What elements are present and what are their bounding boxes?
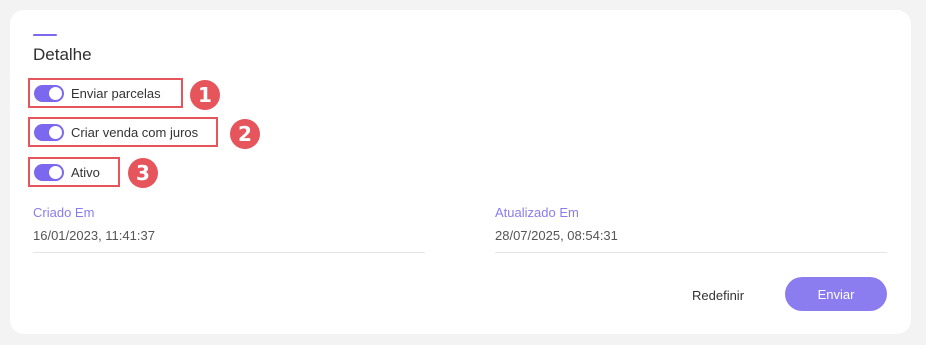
submit-button[interactable]: Enviar <box>785 277 887 311</box>
toggle-label: Ativo <box>71 164 100 180</box>
toggle-row-enviar-parcelas: Enviar parcelas <box>28 78 183 108</box>
toggle-label: Enviar parcelas <box>71 85 161 101</box>
enviar-parcelas-toggle[interactable] <box>34 84 64 102</box>
toggle-knob <box>49 165 62 179</box>
field-underline <box>495 252 887 253</box>
toggle-row-ativo: Ativo <box>28 157 120 187</box>
toggle-knob <box>49 86 62 100</box>
field-underline <box>33 252 425 253</box>
annotation-badge-2: 2 <box>230 119 260 149</box>
updated-field: Atualizado Em 28/07/2025, 08:54:31 <box>495 205 887 253</box>
updated-label: Atualizado Em <box>495 205 579 220</box>
toggle-knob <box>49 125 62 139</box>
ativo-toggle[interactable] <box>34 163 64 181</box>
criar-venda-com-juros-toggle[interactable] <box>34 123 64 141</box>
reset-button[interactable]: Redefinir <box>692 288 744 303</box>
updated-value: 28/07/2025, 08:54:31 <box>495 228 618 243</box>
section-title: Detalhe <box>33 45 92 64</box>
created-value: 16/01/2023, 11:41:37 <box>33 228 155 243</box>
annotation-badge-1: 1 <box>190 80 220 110</box>
created-field: Criado Em 16/01/2023, 11:41:37 <box>33 205 425 253</box>
detail-card: Detalhe Enviar parcelas 1 Criar venda co… <box>10 10 911 334</box>
title-accent-bar <box>33 34 57 36</box>
toggle-row-criar-venda-com-juros: Criar venda com juros <box>28 117 218 147</box>
created-label: Criado Em <box>33 205 95 220</box>
toggle-label: Criar venda com juros <box>71 124 199 140</box>
annotation-badge-3: 3 <box>128 158 158 188</box>
